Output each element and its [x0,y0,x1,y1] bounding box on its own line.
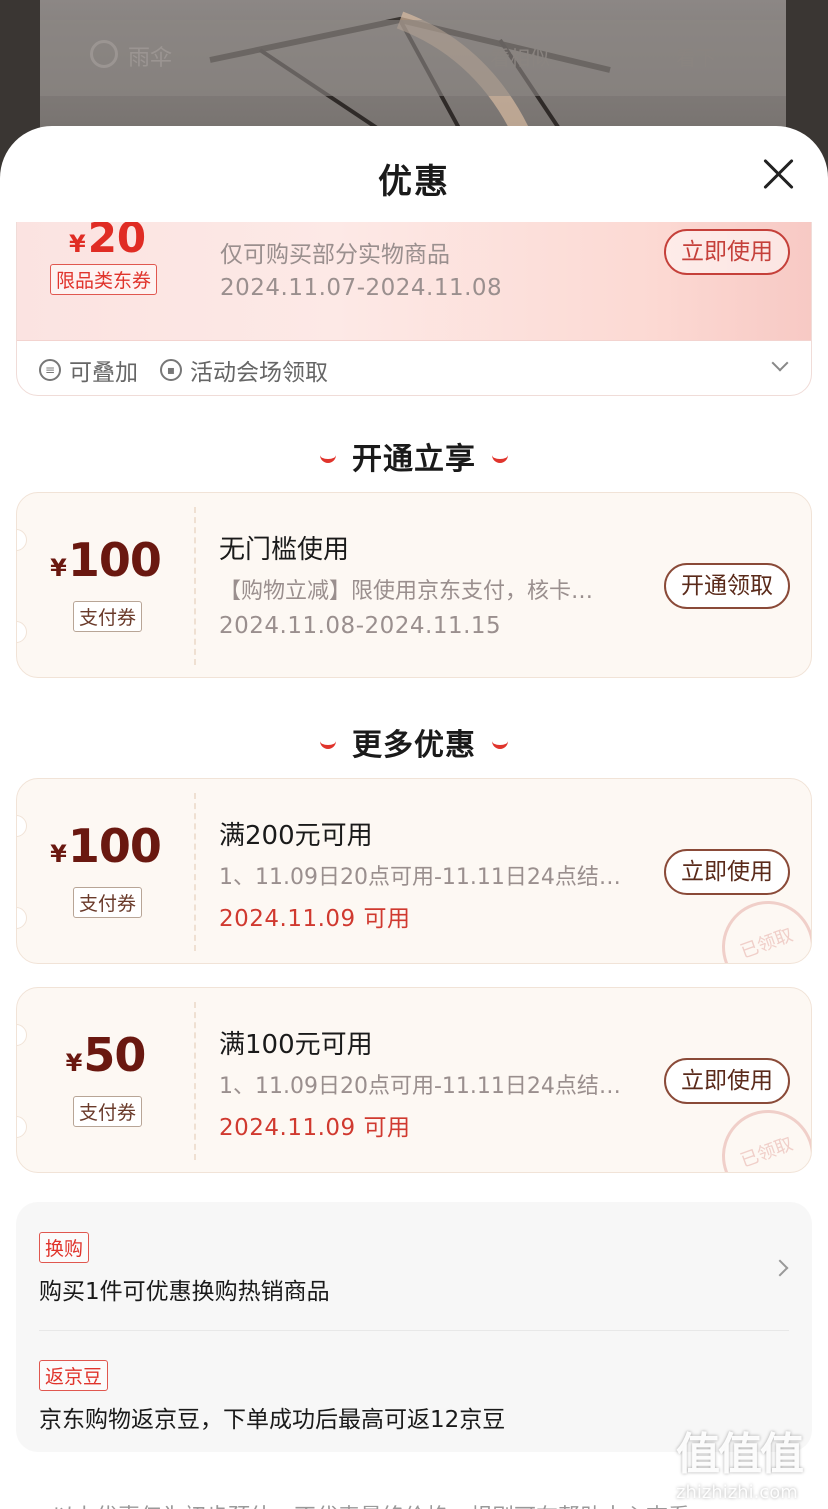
decor-icon [492,455,508,463]
coupon-validity: 2024.11.09 可用 [219,906,411,932]
chevron-down-icon[interactable] [771,354,789,372]
coupon-desc: 【购物立减】限使用京东支付，核卡… [219,579,594,604]
promo-tag-jingdou: 返京豆 [39,1360,109,1391]
coupon-sheet: 优惠 ¥20 限品类东券 仅可购买部分实物商品 2024.11.07-2024.… [0,126,828,1509]
activate-claim-button[interactable]: 开通领取 [664,563,790,609]
coupon-amount: ¥50 [65,1028,147,1082]
use-now-button[interactable]: 立即使用 [664,229,790,275]
decor-icon [320,455,336,463]
site-watermark: 值值值 zhizhizhi.com [676,1429,804,1503]
coupon-title: 无门槛使用 [219,535,350,565]
search-placeholder: 雨伞 [128,46,173,71]
close-icon[interactable] [760,156,796,192]
search-icon [90,40,118,68]
use-now-button[interactable]: 立即使用 [664,1058,790,1104]
coupon-card: ¥50 支付券 满100元可用 1、11.09日20点可用-11.11日24点结… [16,987,812,1173]
coupon-footer: ≡ 可叠加 ▪ 活动会场领取 [39,353,328,387]
coupon-validity: 2024.11.07-2024.11.08 [220,275,503,301]
coupon-type-badge: 支付券 [73,887,143,918]
coupon-card: ¥100 支付券 满200元可用 1、11.09日20点可用-11.11日24点… [16,778,812,964]
coupon-type-badge: 支付券 [73,1096,143,1127]
coupon-validity: 2024.11.09 可用 [219,1115,411,1141]
decor-icon [492,741,508,749]
section-more-header: 更多优惠 [0,720,828,764]
chevron-right-icon[interactable] [771,1259,789,1277]
claimed-stamp: 已领取 [709,888,811,963]
coupon-amount: ¥100 [50,533,162,587]
coupon-card-open: ¥100 支付券 无门槛使用 【购物立减】限使用京东支付，核卡… 2024.11… [16,492,812,678]
coupon-scope: 仅可购买部分实物商品 [220,242,450,268]
claimed-stamp: 已领取 [709,1097,811,1172]
venue-icon: ▪ [160,359,182,381]
promo-exchange-text[interactable]: 购买1件可优惠换购热销商品 [39,1272,330,1306]
promo-jingdou-text: 京东购物返京豆，下单成功后最高可返12京豆 [39,1407,506,1433]
similar-tab: 看相似 [490,46,550,70]
coupon-list[interactable]: ¥20 限品类东券 仅可购买部分实物商品 2024.11.07-2024.11.… [0,222,828,1509]
coupon-card-jd: ¥20 限品类东券 仅可购买部分实物商品 2024.11.07-2024.11.… [16,222,812,396]
coupon-desc: 1、11.09日20点可用-11.11日24点结… [219,865,621,890]
right-tab: 看下 [676,46,716,70]
disclaimer-text: 以上优惠仅为初步预估，不代表最终价格，规则可在帮助中心查看 [52,1499,690,1509]
promo-tag-exchange: 换购 [39,1232,90,1263]
decor-icon [320,741,336,749]
promo-panel: 换购 购买1件可优惠换购热销商品 返京豆 京东购物返京豆，下单成功后最高可返12… [16,1202,812,1452]
use-now-button[interactable]: 立即使用 [664,849,790,895]
coupon-amount: ¥100 [50,819,162,873]
coupon-type-badge: 限品类东券 [50,264,158,295]
stack-icon: ≡ [39,359,61,381]
source-label: 活动会场领取 [190,360,328,386]
coupon-validity: 2024.11.08-2024.11.15 [219,613,502,639]
stackable-label: 可叠加 [69,360,138,386]
sheet-title: 优惠 [378,162,450,202]
coupon-title: 满200元可用 [219,821,373,851]
coupon-amount: ¥20 [69,222,147,262]
coupon-title: 满100元可用 [219,1030,373,1060]
coupon-desc: 1、11.09日20点可用-11.11日24点结… [219,1074,621,1099]
coupon-type-badge: 支付券 [73,601,143,632]
section-open-header: 开通立享 [0,434,828,478]
